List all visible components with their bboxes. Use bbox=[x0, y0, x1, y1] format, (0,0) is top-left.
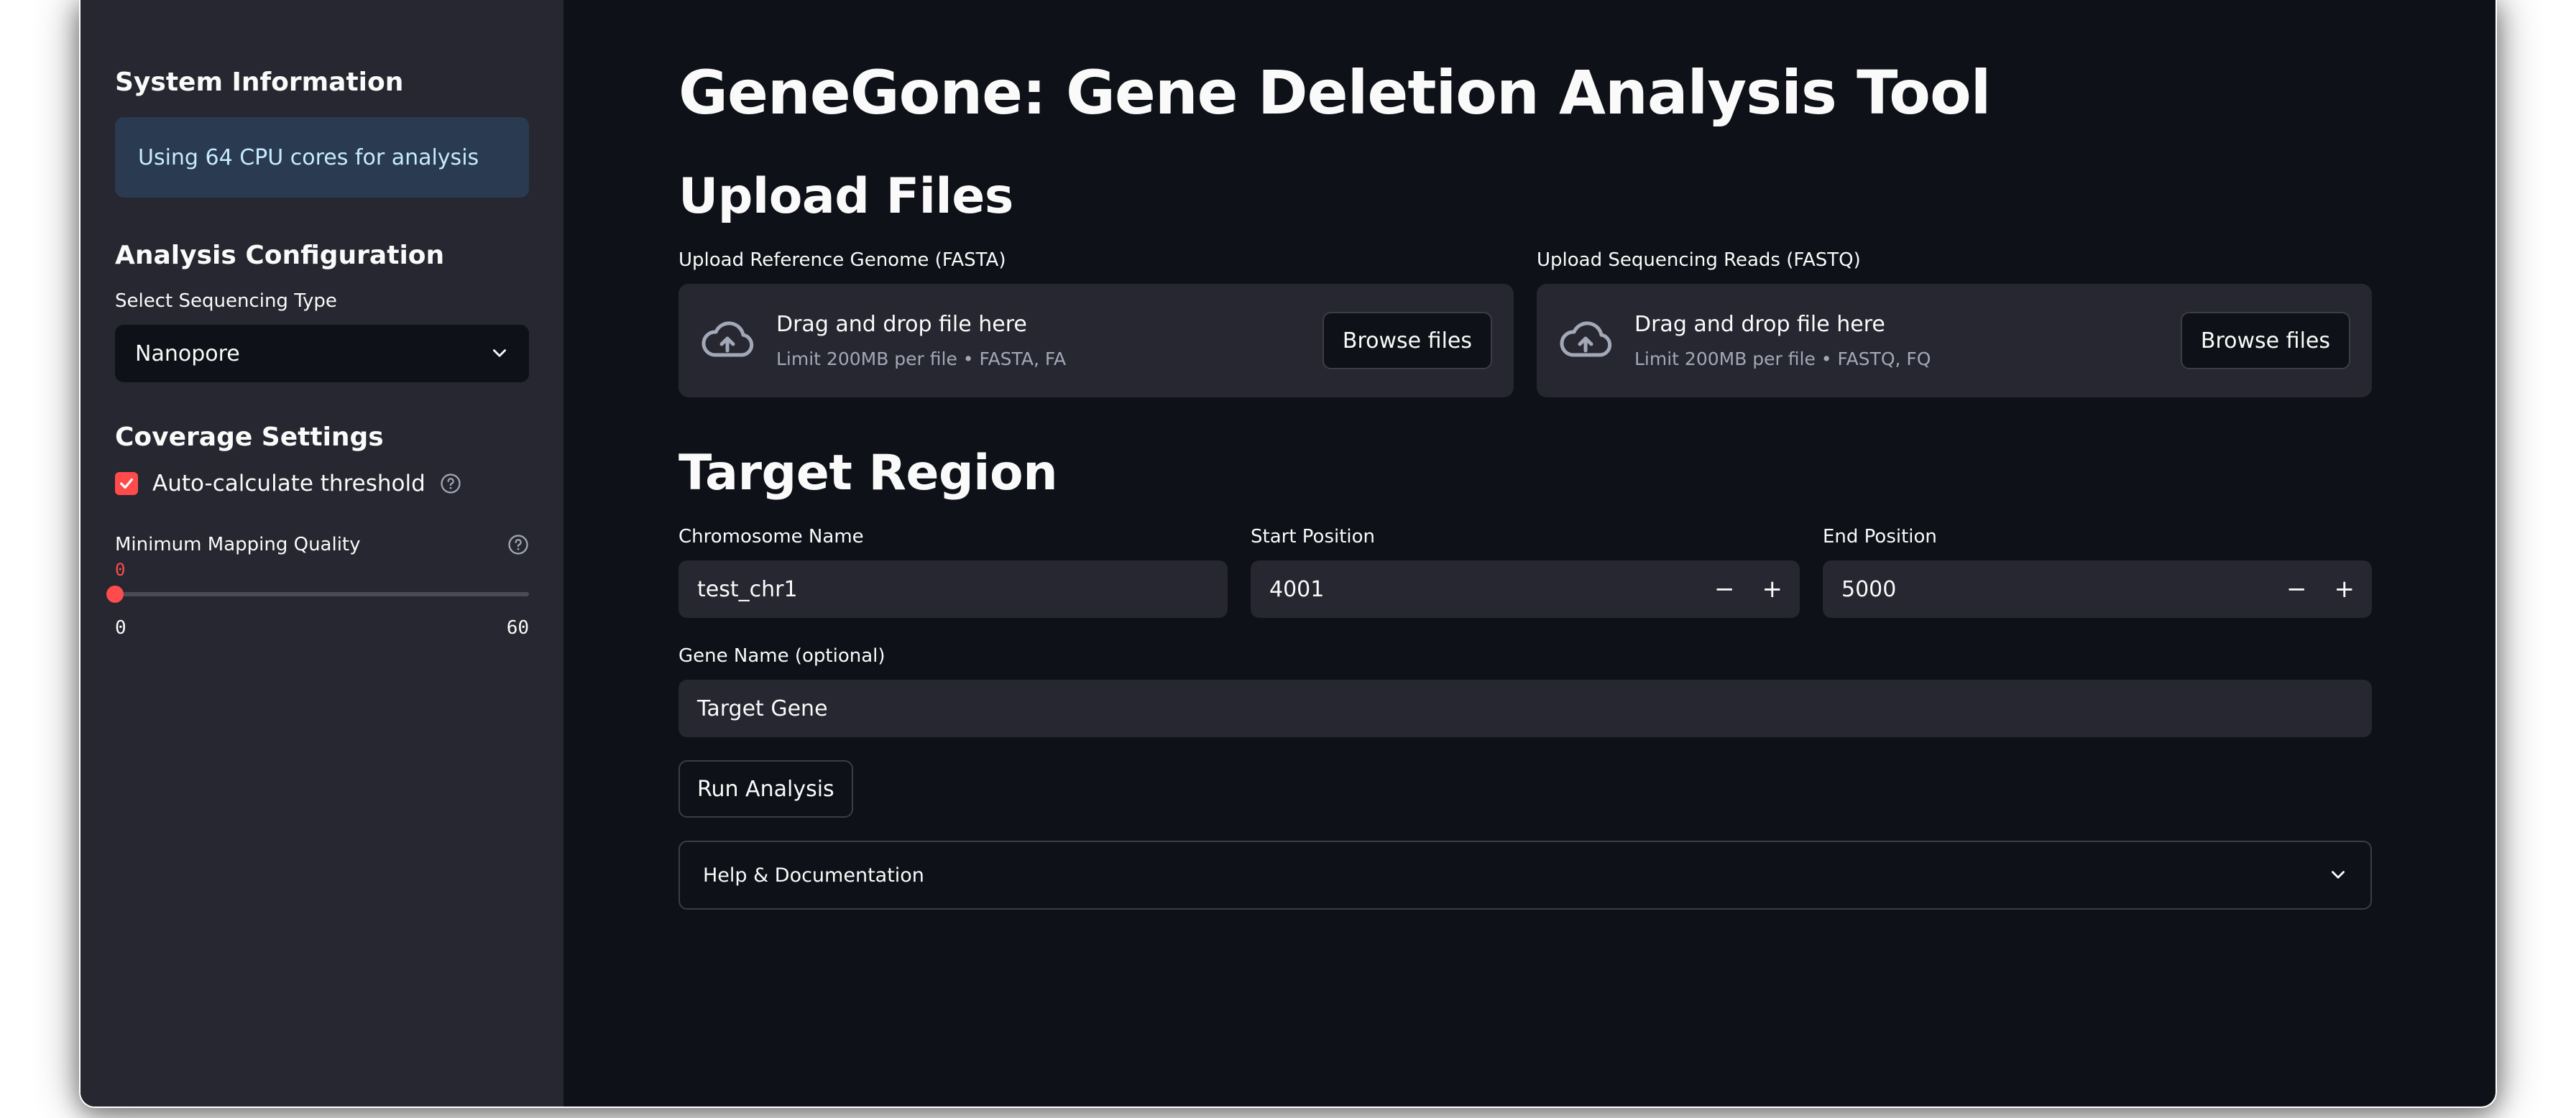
ref-upload-label: Upload Reference Genome (FASTA) bbox=[678, 249, 1006, 271]
mapq-range: 0 60 bbox=[115, 617, 529, 639]
end-label: End Position bbox=[1823, 526, 1937, 548]
reads-drag-text: Drag and drop file here bbox=[1634, 312, 1885, 337]
page-title: GeneGone: Gene Deletion Analysis Tool bbox=[678, 57, 1991, 128]
ref-drag-text: Drag and drop file here bbox=[776, 312, 1027, 337]
mapq-slider[interactable] bbox=[106, 583, 529, 604]
auto-threshold-row: Auto-calculate threshold bbox=[115, 471, 529, 496]
checkmark-icon bbox=[120, 478, 133, 489]
mapq-header: Minimum Mapping Quality bbox=[115, 534, 529, 555]
start-group: Start Position 4001 − + bbox=[1251, 526, 1800, 618]
start-stepper: − + bbox=[1714, 575, 1782, 604]
end-value: 5000 bbox=[1841, 576, 1897, 602]
gene-input[interactable]: Target Gene bbox=[678, 680, 2372, 737]
reads-upload-group: Upload Sequencing Reads (FASTQ) Drag and… bbox=[1537, 249, 2372, 397]
help-question-icon[interactable] bbox=[440, 473, 461, 494]
decrement-button[interactable]: − bbox=[2286, 575, 2307, 604]
chrom-label: Chromosome Name bbox=[678, 526, 864, 548]
ref-limit-text: Limit 200MB per file • FASTA, FA bbox=[776, 348, 1067, 369]
slider-thumb[interactable] bbox=[106, 586, 124, 603]
seq-type-label: Select Sequencing Type bbox=[115, 290, 337, 312]
reads-upload-label: Upload Sequencing Reads (FASTQ) bbox=[1537, 249, 1861, 271]
coverage-settings-heading: Coverage Settings bbox=[115, 422, 384, 452]
cloud-upload-icon bbox=[702, 321, 754, 357]
help-question-icon[interactable] bbox=[507, 534, 529, 555]
ref-dropzone-text: Drag and drop file here Limit 200MB per … bbox=[776, 312, 1322, 369]
chrom-input[interactable]: test_chr1 bbox=[678, 560, 1228, 618]
start-label: Start Position bbox=[1251, 526, 1376, 548]
cloud-upload-icon bbox=[1560, 321, 1612, 357]
reads-browse-button[interactable]: Browse files bbox=[2180, 312, 2350, 369]
seq-type-select[interactable]: Nanopore bbox=[115, 325, 529, 382]
chevron-down-icon bbox=[493, 349, 506, 357]
seq-type-value: Nanopore bbox=[135, 341, 240, 366]
gene-group: Gene Name (optional) Target Gene bbox=[678, 645, 2372, 737]
mapq-label: Minimum Mapping Quality bbox=[115, 534, 361, 555]
mapq-max: 60 bbox=[506, 617, 529, 639]
increment-button[interactable]: + bbox=[2334, 575, 2355, 604]
help-expander[interactable]: Help & Documentation bbox=[678, 841, 2372, 910]
analysis-config-heading: Analysis Configuration bbox=[115, 241, 445, 270]
ref-dropzone[interactable]: Drag and drop file here Limit 200MB per … bbox=[678, 284, 1514, 397]
slider-track bbox=[115, 592, 529, 596]
system-info-heading: System Information bbox=[115, 68, 404, 97]
cpu-info-alert: Using 64 CPU cores for analysis bbox=[115, 117, 529, 198]
region-inputs-row: Chromosome Name test_chr1 Start Position… bbox=[678, 526, 2372, 618]
ref-browse-button[interactable]: Browse files bbox=[1322, 312, 1492, 369]
sidebar: System Information Using 64 CPU cores fo… bbox=[80, 0, 564, 1107]
reads-dropzone-text: Drag and drop file here Limit 200MB per … bbox=[1634, 312, 2181, 369]
increment-button[interactable]: + bbox=[1762, 575, 1783, 604]
decrement-button[interactable]: − bbox=[1714, 575, 1735, 604]
chrom-group: Chromosome Name test_chr1 bbox=[678, 526, 1228, 618]
help-expander-label: Help & Documentation bbox=[703, 864, 924, 887]
mapq-min: 0 bbox=[115, 617, 126, 639]
auto-threshold-label[interactable]: Auto-calculate threshold bbox=[152, 471, 426, 496]
start-value: 4001 bbox=[1269, 576, 1325, 602]
ref-upload-group: Upload Reference Genome (FASTA) Drag and… bbox=[678, 249, 1514, 397]
gene-label: Gene Name (optional) bbox=[678, 645, 886, 667]
start-input[interactable]: 4001 − + bbox=[1251, 560, 1800, 618]
chevron-down-icon bbox=[2332, 871, 2345, 879]
auto-threshold-checkbox[interactable] bbox=[115, 472, 138, 495]
main-content: GeneGone: Gene Deletion Analysis Tool Up… bbox=[564, 0, 2496, 1107]
run-analysis-button[interactable]: Run Analysis bbox=[678, 760, 853, 818]
reads-limit-text: Limit 200MB per file • FASTQ, FQ bbox=[1634, 348, 1931, 369]
target-region-heading: Target Region bbox=[678, 445, 1058, 502]
uploaders-row: Upload Reference Genome (FASTA) Drag and… bbox=[678, 249, 2372, 397]
reads-dropzone[interactable]: Drag and drop file here Limit 200MB per … bbox=[1537, 284, 2372, 397]
app-window: System Information Using 64 CPU cores fo… bbox=[80, 0, 2496, 1107]
upload-heading: Upload Files bbox=[678, 168, 1013, 225]
mapq-current-value: 0 bbox=[115, 560, 126, 580]
end-input[interactable]: 5000 − + bbox=[1823, 560, 2372, 618]
end-stepper: − + bbox=[2286, 575, 2355, 604]
end-group: End Position 5000 − + bbox=[1823, 526, 2372, 618]
